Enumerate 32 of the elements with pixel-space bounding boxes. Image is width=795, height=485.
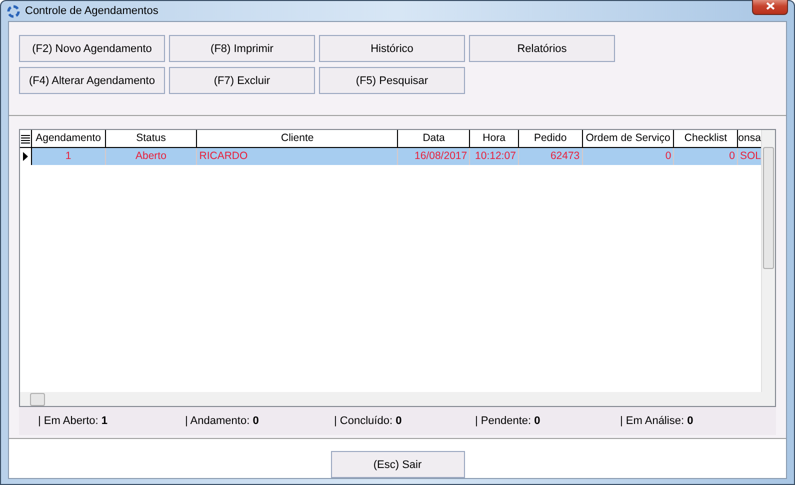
close-button[interactable] (752, 0, 788, 15)
exit-button[interactable]: (Esc) Sair (330, 451, 464, 478)
row-pointer-icon (22, 152, 28, 161)
toolbar-button[interactable]: Relatórios (469, 35, 615, 62)
column-header[interactable]: Ordem de Serviço (582, 130, 674, 147)
toolbar-button[interactable]: (F8) Imprimir (169, 35, 315, 62)
toolbar-button[interactable]: Histórico (319, 35, 465, 62)
table-cell: 0 (674, 148, 738, 165)
app-icon (7, 4, 20, 18)
horizontal-scrollbar[interactable] (20, 392, 775, 406)
table-cell: RICARDO (197, 148, 398, 165)
status-counter: | Concluído: 0 (334, 415, 403, 427)
table-cell: SOL (738, 148, 762, 165)
column-header[interactable]: Status (106, 130, 198, 147)
table-cell: 10:12:07 (470, 148, 519, 165)
table-cell: 16/08/2017 (398, 148, 470, 165)
toolbar-button[interactable]: (F4) Alterar Agendamento (19, 67, 165, 94)
toolbar-button[interactable]: (F5) Pesquisar (319, 67, 465, 94)
vertical-scrollbar[interactable] (761, 130, 775, 392)
close-icon (766, 2, 774, 10)
table-cell: Aberto (106, 148, 198, 165)
table-cell: 62473 (518, 148, 583, 165)
window-title: Controle de Agendamentos (25, 5, 160, 17)
status-counter: | Em Aberto: 1 (38, 415, 109, 427)
grid-menu-icon[interactable] (20, 134, 30, 144)
status-counter: | Andamento: 0 (185, 415, 260, 427)
table-cell: 0 (582, 148, 674, 165)
table-cell: 1 (32, 148, 106, 165)
toolbar-button[interactable]: (F7) Excluir (169, 67, 315, 94)
status-counter: | Em Análise: 0 (620, 415, 694, 427)
status-counter: | Pendente: 0 (475, 415, 542, 427)
toolbar-button[interactable]: (F2) Novo Agendamento (19, 35, 165, 62)
